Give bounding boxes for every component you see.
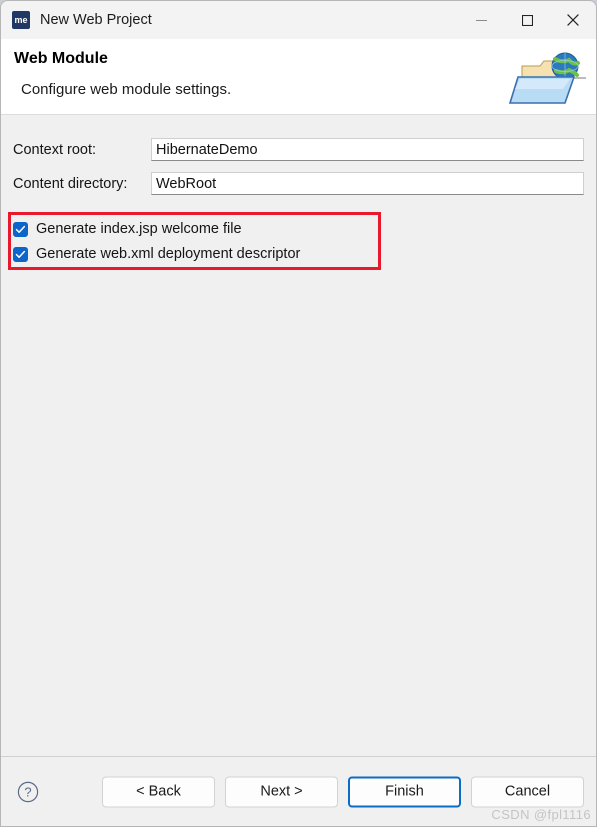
maximize-icon (521, 14, 533, 26)
wizard-header: Web Module Configure web module settings… (1, 39, 596, 115)
generate-web-xml-checkbox[interactable] (13, 246, 28, 262)
context-root-row: Context root: (13, 138, 584, 161)
generate-web-xml-checkbox-row[interactable]: Generate web.xml deployment descriptor (13, 243, 300, 265)
generate-web-xml-label: Generate web.xml deployment descriptor (36, 246, 301, 262)
checkmark-icon (15, 225, 26, 233)
checkmark-icon (15, 250, 26, 258)
finish-button[interactable]: Finish (348, 776, 461, 807)
content-directory-label: Content directory: (13, 175, 128, 192)
myeclipse-app-icon: me (12, 11, 30, 29)
dialog-footer: ? < Back Next > Finish Cancel CSDN @fpl1… (1, 756, 596, 826)
watermark-text: CSDN @fpl1116 (491, 807, 591, 822)
generate-index-jsp-label: Generate index.jsp welcome file (36, 221, 242, 237)
cancel-button[interactable]: Cancel (471, 776, 584, 807)
new-web-project-dialog: me New Web Project Web Module Configure … (0, 0, 597, 827)
generate-index-jsp-checkbox-row[interactable]: Generate index.jsp welcome file (13, 218, 242, 240)
minimize-icon (475, 19, 487, 21)
close-button[interactable] (550, 1, 596, 39)
web-folder-globe-icon (508, 52, 586, 104)
page-title: Web Module (14, 50, 108, 67)
help-circle-icon[interactable]: ? (17, 781, 39, 803)
dialog-body: Context root: Content directory: Generat… (1, 115, 596, 756)
button-bar: < Back Next > Finish Cancel (102, 776, 584, 807)
svg-text:?: ? (24, 784, 31, 799)
back-button[interactable]: < Back (102, 776, 215, 807)
generate-index-jsp-checkbox[interactable] (13, 221, 28, 237)
content-directory-input[interactable] (151, 172, 584, 195)
maximize-button[interactable] (504, 1, 550, 39)
title-bar: me New Web Project (1, 1, 596, 39)
context-root-input[interactable] (151, 138, 584, 161)
close-icon (567, 14, 579, 26)
content-directory-row: Content directory: (13, 172, 584, 195)
context-root-label: Context root: (13, 141, 97, 158)
page-subtitle: Configure web module settings. (21, 81, 232, 98)
window-title: New Web Project (40, 12, 152, 28)
minimize-button[interactable] (458, 1, 504, 39)
next-button[interactable]: Next > (225, 776, 338, 807)
